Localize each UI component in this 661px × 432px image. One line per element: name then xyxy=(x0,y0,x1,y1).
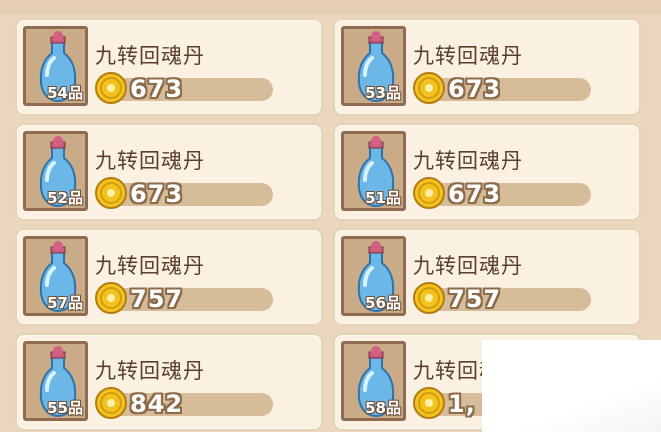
item-card[interactable]: 57品 九转回魂丹 757 xyxy=(15,228,323,326)
item-price: 1, xyxy=(448,390,476,418)
item-name: 九转回魂丹 xyxy=(95,254,205,278)
item-price: 673 xyxy=(448,180,502,208)
item-name: 九转回魂丹 xyxy=(413,149,523,173)
watermark-shade xyxy=(482,340,661,432)
item-thumbnail: 58品 xyxy=(341,341,406,421)
watermark-overlay xyxy=(482,340,661,432)
item-name: 九转回魂丹 xyxy=(95,44,205,68)
item-grade: 55品 xyxy=(47,399,83,417)
item-name: 九转回魂丹 xyxy=(95,149,205,173)
gold-coin-icon xyxy=(413,387,445,419)
item-card[interactable]: 51品 九转回魂丹 673 xyxy=(333,123,641,221)
item-grade: 57品 xyxy=(47,294,83,312)
item-card[interactable]: 55品 九转回魂丹 842 xyxy=(15,333,323,431)
item-price: 673 xyxy=(448,75,502,103)
item-thumbnail: 57品 xyxy=(23,236,88,316)
item-grade: 54品 xyxy=(47,84,83,102)
item-card[interactable]: 53品 九转回魂丹 673 xyxy=(333,18,641,116)
item-price: 673 xyxy=(130,75,184,103)
gold-coin-icon xyxy=(413,282,445,314)
item-thumbnail: 52品 xyxy=(23,131,88,211)
gold-coin-icon xyxy=(95,387,127,419)
item-name: 九转回魂丹 xyxy=(95,359,205,383)
item-grade: 51品 xyxy=(365,189,401,207)
gold-coin-icon xyxy=(95,177,127,209)
item-price: 673 xyxy=(130,180,184,208)
item-thumbnail: 56品 xyxy=(341,236,406,316)
item-name: 九转回魂丹 xyxy=(413,44,523,68)
gold-coin-icon xyxy=(413,72,445,104)
item-grade: 52品 xyxy=(47,189,83,207)
item-card[interactable]: 54品 九转回魂丹 673 xyxy=(15,18,323,116)
item-card[interactable]: 56品 九转回魂丹 757 xyxy=(333,228,641,326)
item-price: 842 xyxy=(130,390,184,418)
item-thumbnail: 53品 xyxy=(341,26,406,106)
item-thumbnail: 55品 xyxy=(23,341,88,421)
item-price: 757 xyxy=(448,285,502,313)
top-edge xyxy=(0,0,661,14)
gold-coin-icon xyxy=(95,282,127,314)
shop-panel: 54品 九转回魂丹 673 53品 九转回魂丹 673 52品 九转回魂丹 67… xyxy=(0,0,661,432)
gold-coin-icon xyxy=(413,177,445,209)
item-card[interactable]: 52品 九转回魂丹 673 xyxy=(15,123,323,221)
gold-coin-icon xyxy=(95,72,127,104)
item-thumbnail: 51品 xyxy=(341,131,406,211)
item-price: 757 xyxy=(130,285,184,313)
item-thumbnail: 54品 xyxy=(23,26,88,106)
item-grade: 53品 xyxy=(365,84,401,102)
item-name: 九转回魂丹 xyxy=(413,254,523,278)
item-grade: 56品 xyxy=(365,294,401,312)
item-grade: 58品 xyxy=(365,399,401,417)
